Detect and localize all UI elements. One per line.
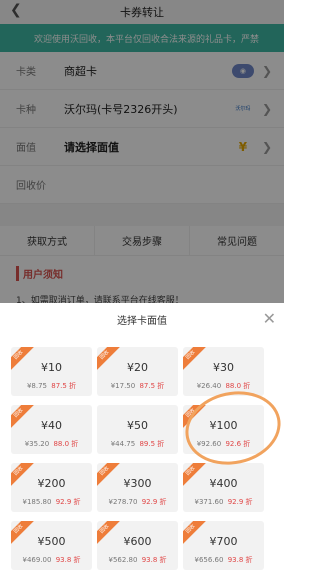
option-face: ¥50 — [127, 419, 148, 432]
option-price-line: ¥562.80 93.8 折 — [97, 555, 178, 565]
option-price: ¥92.60 — [196, 440, 222, 448]
face-value-option-30[interactable]: 回收 ¥30 ¥26.40 88.0 折 — [183, 347, 264, 396]
option-rate: 87.5 折 — [51, 382, 77, 390]
face-value-option-700[interactable]: 回收 ¥700 ¥656.60 93.8 折 — [183, 521, 264, 570]
face-value-grid: 回收 ¥10 ¥8.75 87.5 折 回收 ¥20 ¥17.50 87.5 折… — [11, 347, 264, 570]
option-rate: 88.0 折 — [53, 440, 79, 448]
option-rate: 92.9 折 — [55, 498, 81, 506]
option-face: ¥10 — [41, 361, 62, 374]
option-face: ¥300 — [123, 477, 152, 490]
option-price: ¥17.50 — [110, 382, 136, 390]
option-price-line: ¥44.75 89.5 折 — [97, 439, 178, 449]
option-price: ¥656.60 — [194, 556, 224, 564]
option-price-line: ¥8.75 87.5 折 — [11, 381, 92, 391]
option-rate: 87.5 折 — [139, 382, 165, 390]
sheet-header: 选择卡面值 ✕ — [0, 303, 284, 335]
face-value-option-40[interactable]: 回收 ¥40 ¥35.20 88.0 折 — [11, 405, 92, 454]
option-price-line: ¥278.70 92.9 折 — [97, 497, 178, 507]
option-price-line: ¥469.00 93.8 折 — [11, 555, 92, 565]
option-price-line: ¥26.40 88.0 折 — [183, 381, 264, 391]
option-face: ¥500 — [37, 535, 66, 548]
face-value-option-200[interactable]: 回收 ¥200 ¥185.80 92.9 折 — [11, 463, 92, 512]
option-price-line: ¥656.60 93.8 折 — [183, 555, 264, 565]
option-face: ¥700 — [209, 535, 238, 548]
option-rate: 89.5 折 — [139, 440, 165, 448]
face-value-option-20[interactable]: 回收 ¥20 ¥17.50 87.5 折 — [97, 347, 178, 396]
option-rate: 93.8 折 — [55, 556, 81, 564]
option-price: ¥371.60 — [194, 498, 224, 506]
option-price: ¥26.40 — [196, 382, 222, 390]
option-face: ¥400 — [209, 477, 238, 490]
option-face: ¥30 — [213, 361, 234, 374]
option-price: ¥44.75 — [110, 440, 136, 448]
face-value-option-400[interactable]: 回收 ¥400 ¥371.60 92.9 折 — [183, 463, 264, 512]
option-rate: 88.0 折 — [225, 382, 251, 390]
option-price: ¥8.75 — [26, 382, 47, 390]
sheet-title: 选择卡面值 — [117, 315, 167, 327]
close-icon[interactable]: ✕ — [263, 309, 276, 328]
option-price-line: ¥185.80 92.9 折 — [11, 497, 92, 507]
option-face: ¥200 — [37, 477, 66, 490]
option-rate: 92.9 折 — [227, 498, 253, 506]
option-rate: 93.8 折 — [227, 556, 253, 564]
option-price-line: ¥35.20 88.0 折 — [11, 439, 92, 449]
option-price: ¥35.20 — [24, 440, 50, 448]
face-value-option-300[interactable]: 回收 ¥300 ¥278.70 92.9 折 — [97, 463, 178, 512]
option-price: ¥562.80 — [108, 556, 138, 564]
option-price: ¥469.00 — [22, 556, 52, 564]
option-face: ¥40 — [41, 419, 62, 432]
option-face: ¥100 — [209, 419, 238, 432]
option-rate: 93.8 折 — [141, 556, 167, 564]
face-value-option-50[interactable]: ¥50 ¥44.75 89.5 折 — [97, 405, 178, 454]
face-value-option-600[interactable]: 回收 ¥600 ¥562.80 93.8 折 — [97, 521, 178, 570]
face-value-option-100[interactable]: 回收 ¥100 ¥92.60 92.6 折 — [183, 405, 264, 454]
option-face: ¥600 — [123, 535, 152, 548]
option-price: ¥278.70 — [108, 498, 138, 506]
option-face: ¥20 — [127, 361, 148, 374]
face-value-option-500[interactable]: 回收 ¥500 ¥469.00 93.8 折 — [11, 521, 92, 570]
face-value-option-10[interactable]: 回收 ¥10 ¥8.75 87.5 折 — [11, 347, 92, 396]
option-price-line: ¥92.60 92.6 折 — [183, 439, 264, 449]
option-price: ¥185.80 — [22, 498, 52, 506]
option-rate: 92.9 折 — [141, 498, 167, 506]
modal-backdrop[interactable] — [0, 0, 284, 303]
option-price-line: ¥371.60 92.9 折 — [183, 497, 264, 507]
option-rate: 92.6 折 — [225, 440, 251, 448]
option-price-line: ¥17.50 87.5 折 — [97, 381, 178, 391]
